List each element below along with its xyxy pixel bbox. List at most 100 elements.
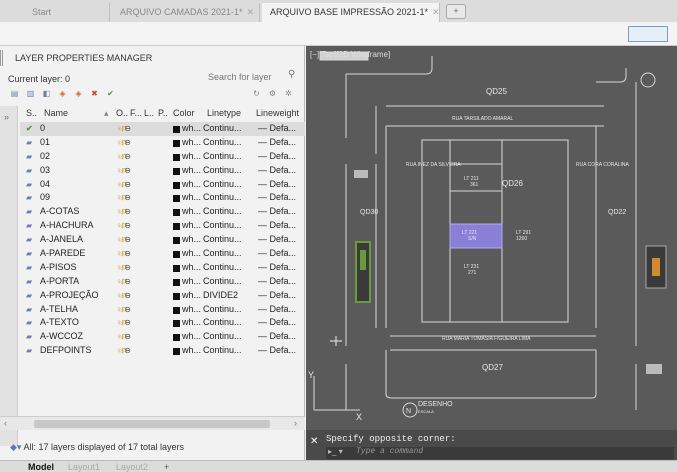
layer-color[interactable]: wh...	[182, 275, 204, 289]
layer-name[interactable]: 02	[40, 150, 110, 164]
printer-icon[interactable]: ⊖	[124, 191, 131, 205]
printer-icon[interactable]: ⊖	[124, 247, 131, 261]
layer-row[interactable]: ▰ 04 ♀ ☼ ⊓ ⊖ wh... Continu... — Defa...	[20, 178, 305, 192]
printer-icon[interactable]: ⊖	[124, 275, 131, 289]
filter-pane-strip[interactable]: »	[0, 106, 18, 446]
layer-linetype[interactable]: Continu...	[203, 219, 249, 233]
color-swatch[interactable]	[173, 209, 180, 217]
layer-linetype[interactable]: Continu...	[203, 275, 249, 289]
color-swatch[interactable]	[173, 153, 180, 161]
layer-lineweight[interactable]: — Defa...	[258, 178, 306, 192]
layer-color[interactable]: wh...	[182, 330, 204, 344]
layer-row[interactable]: ▰ A-COTAS ♀ ☼ ⊓ ⊖ wh... Continu... — Defa...	[20, 205, 305, 219]
chevron-left-icon[interactable]: ‹	[4, 418, 7, 428]
layer-color[interactable]: wh...	[182, 261, 204, 275]
col-freeze[interactable]: F...	[130, 108, 142, 118]
search-icon[interactable]: ⚲	[288, 69, 295, 80]
chevron-right-icon[interactable]: »	[4, 112, 9, 122]
color-swatch[interactable]	[173, 251, 180, 259]
layer-linetype[interactable]: Continu...	[203, 316, 249, 330]
layer-states-icon[interactable]: ◧	[40, 88, 53, 99]
printer-icon[interactable]: ⊖	[124, 178, 131, 192]
drawing-viewport[interactable]: QD25 QD26 QD27 QD30 QD22 RUA TARSILADO A…	[306, 46, 677, 430]
set-current-icon[interactable]: ✔	[104, 88, 117, 99]
layer-lineweight[interactable]: — Defa...	[258, 275, 306, 289]
layer-row[interactable]: ▰ 09 ♀ ☼ ⊓ ⊖ wh... Continu... — Defa...	[20, 191, 305, 205]
chevron-right-icon[interactable]: ›	[294, 418, 297, 428]
printer-icon[interactable]: ⊖	[124, 219, 131, 233]
col-status[interactable]: S..	[26, 108, 37, 118]
printer-icon[interactable]: ⊖	[124, 303, 131, 317]
col-plot[interactable]: P..	[158, 108, 168, 118]
printer-icon[interactable]: ⊖	[124, 344, 131, 358]
printer-icon[interactable]: ⊖	[124, 136, 131, 150]
layer-row[interactable]: ▰ A-PAREDE ♀ ☼ ⊓ ⊖ wh... Continu... — Defa...	[20, 247, 305, 261]
color-swatch[interactable]	[173, 348, 180, 356]
layer-row[interactable]: ▰ A-PROJEÇÃO ♀ ☼ ⊓ ⊖ wh... DIVIDE2 — Defa...	[20, 289, 305, 303]
color-swatch[interactable]	[173, 223, 180, 231]
layer-lineweight[interactable]: — Defa...	[258, 233, 306, 247]
tab-layout2[interactable]: Layout2	[110, 461, 154, 472]
layer-color[interactable]: wh...	[182, 344, 204, 358]
layer-lineweight[interactable]: — Defa...	[258, 344, 306, 358]
layer-linetype[interactable]: Continu...	[203, 136, 249, 150]
layer-color[interactable]: wh...	[182, 205, 204, 219]
layer-linetype[interactable]: Continu...	[203, 261, 249, 275]
printer-icon[interactable]: ⊖	[124, 289, 131, 303]
layer-row[interactable]: ✔ 0 ♀ ☼ ⊓ ⊖ wh... Continu... — Defa...	[20, 122, 305, 136]
horizontal-scrollbar[interactable]: ‹ ›	[0, 416, 305, 430]
command-input[interactable]: ▸_ ▾ Type a command	[326, 447, 674, 459]
layer-lineweight[interactable]: — Defa...	[258, 261, 306, 275]
layer-lineweight[interactable]: — Defa...	[258, 191, 306, 205]
color-swatch[interactable]	[173, 126, 180, 133]
add-layout-button[interactable]: +	[158, 461, 175, 472]
layer-name[interactable]: A-PISOS	[40, 261, 110, 275]
col-lock[interactable]: L..	[144, 108, 154, 118]
printer-icon[interactable]: ⊖	[124, 316, 131, 330]
color-swatch[interactable]	[173, 292, 180, 300]
gear-icon[interactable]: ✲	[282, 88, 295, 99]
col-linetype[interactable]: Linetype	[207, 108, 241, 118]
printer-icon[interactable]: ⊖	[124, 122, 131, 136]
layer-linetype[interactable]: Continu...	[203, 164, 249, 178]
layer-color[interactable]: wh...	[182, 233, 204, 247]
new-layer-vp-frozen-icon[interactable]: ◈	[72, 88, 85, 99]
col-color[interactable]: Color	[173, 108, 195, 118]
new-group-filter-icon[interactable]: ▥	[24, 88, 37, 99]
command-prompt-icon[interactable]: ▸_ ▾	[328, 447, 343, 456]
layer-name[interactable]: A-TEXTO	[40, 316, 110, 330]
printer-icon[interactable]: ⊖	[124, 205, 131, 219]
layer-search-input[interactable]	[208, 70, 278, 84]
layer-row[interactable]: ▰ A-WCCOZ ♀ ☼ ⊓ ⊖ wh... Continu... — Defa...	[20, 330, 305, 344]
color-swatch[interactable]	[173, 278, 180, 286]
layer-name[interactable]: A-WCCOZ	[40, 330, 110, 344]
layer-row[interactable]: ▰ A-HACHURA ♀ ☼ ⊓ ⊖ wh... Continu... — Defa..…	[20, 219, 305, 233]
layer-lineweight[interactable]: — Defa...	[258, 330, 306, 344]
close-icon[interactable]: ✕	[247, 7, 255, 17]
layer-linetype[interactable]: Continu...	[203, 122, 249, 136]
layer-color[interactable]: wh...	[182, 178, 204, 192]
layer-row[interactable]: ▰ A-PISOS ♀ ☼ ⊓ ⊖ wh... Continu... — Defa...	[20, 261, 305, 275]
layer-name[interactable]: 0	[40, 122, 110, 136]
layer-name[interactable]: 09	[40, 191, 110, 205]
tab-arquivo-base[interactable]: ARQUIVO BASE IMPRESSÃO 2021-1* ✕	[262, 3, 440, 22]
layer-lineweight[interactable]: — Defa...	[258, 150, 306, 164]
layer-lineweight[interactable]: — Defa...	[258, 205, 306, 219]
layer-linetype[interactable]: Continu...	[203, 330, 249, 344]
layer-color[interactable]: wh...	[182, 289, 204, 303]
new-layer-icon[interactable]: ◈	[56, 88, 69, 99]
layer-row[interactable]: ▰ A-TELHA ♀ ☼ ⊓ ⊖ wh... Continu... — Defa...	[20, 303, 305, 317]
color-swatch[interactable]	[173, 167, 180, 175]
color-swatch[interactable]	[173, 195, 180, 203]
color-swatch[interactable]	[173, 237, 180, 245]
col-lineweight[interactable]: Lineweight	[256, 108, 299, 118]
view-cube-icon[interactable]	[628, 26, 668, 42]
layer-row[interactable]: ▰ 01 ♀ ☼ ⊓ ⊖ wh... Continu... — Defa...	[20, 136, 305, 150]
layer-row[interactable]: ▰ 02 ♀ ☼ ⊓ ⊖ wh... Continu... — Defa...	[20, 150, 305, 164]
scrollbar-thumb[interactable]	[34, 420, 270, 428]
color-swatch[interactable]	[173, 320, 180, 328]
viewport-label[interactable]: [−][Top][2D Wireframe]	[310, 50, 390, 59]
layer-linetype[interactable]: Continu...	[203, 150, 249, 164]
layer-lineweight[interactable]: — Defa...	[258, 164, 306, 178]
layer-color[interactable]: wh...	[182, 136, 204, 150]
